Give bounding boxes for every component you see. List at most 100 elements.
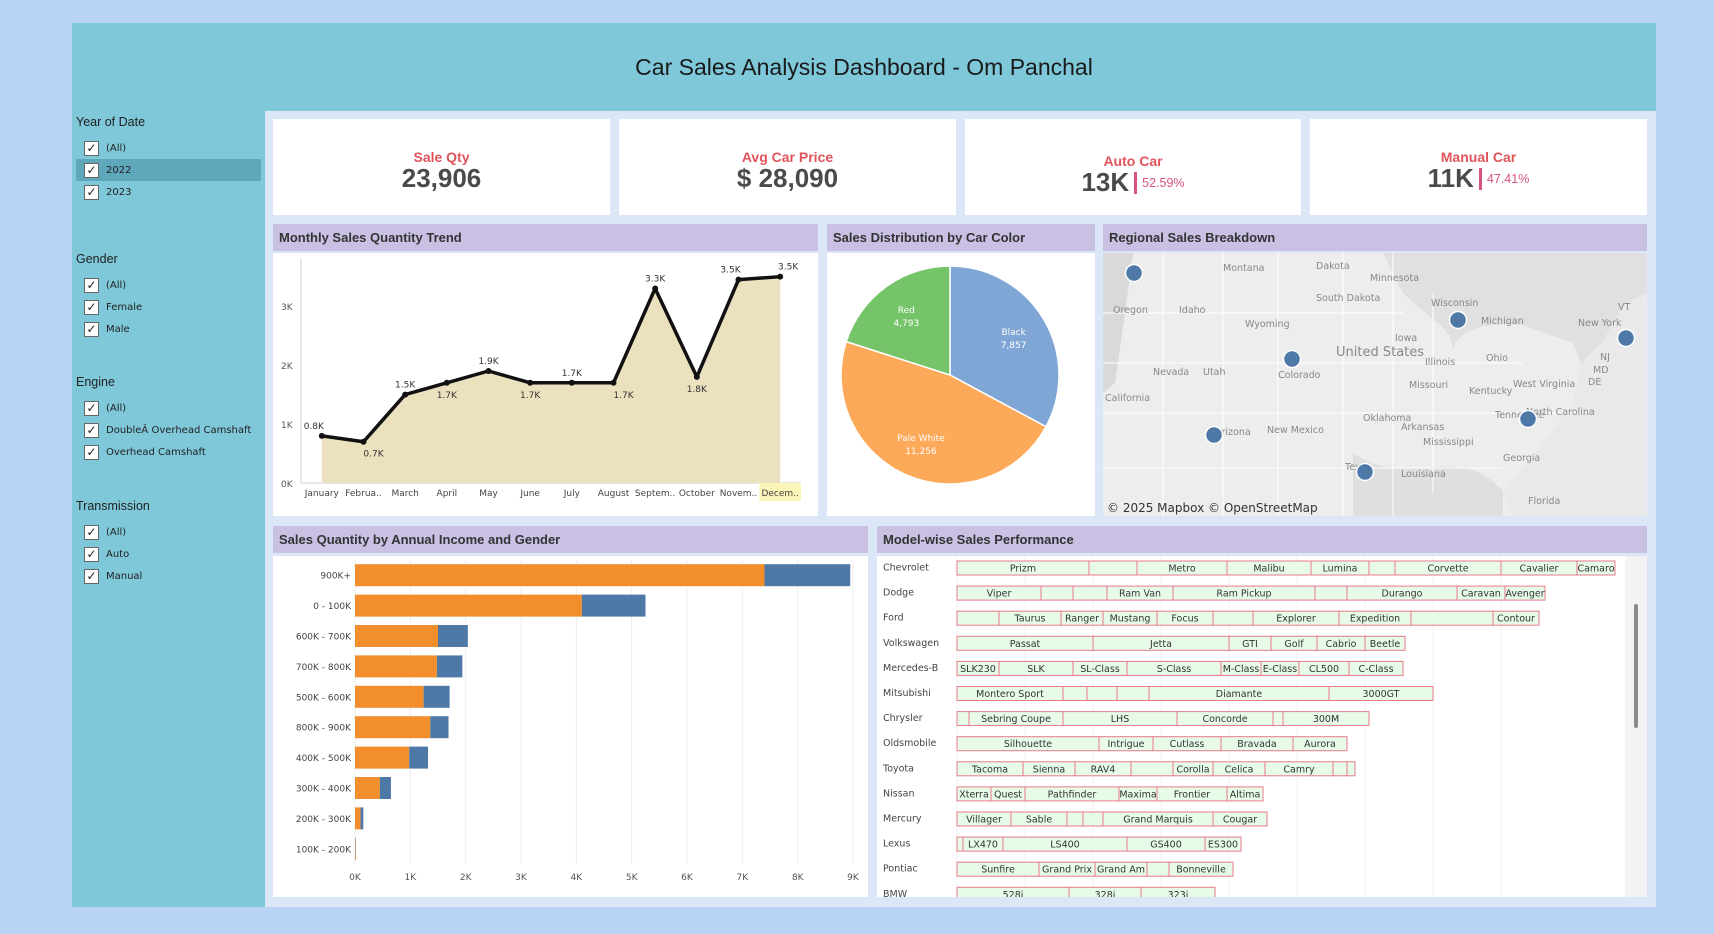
checkbox-icon[interactable]: ✓	[84, 162, 99, 178]
model-segment[interactable]	[1346, 761, 1356, 777]
bar-segment-orange[interactable]	[355, 746, 410, 769]
filter-option[interactable]: ✓ Male	[76, 318, 261, 340]
bar-segment-blue[interactable]	[409, 746, 429, 769]
filter-option[interactable]: ✓ Female	[76, 296, 261, 318]
kpi-sale-qty[interactable]: Sale Qty 23,906	[273, 119, 610, 215]
filter-option[interactable]: ✓ Auto	[76, 543, 261, 565]
filter-option[interactable]: ✓ (All)	[76, 274, 261, 296]
bar-segment-orange[interactable]	[355, 716, 431, 739]
data-point[interactable]	[360, 438, 367, 445]
map-label: Louisiana	[1401, 469, 1446, 480]
slice-value: 4,793	[893, 319, 919, 329]
bar-segment-orange[interactable]	[355, 777, 380, 799]
data-point[interactable]	[610, 379, 617, 386]
bar-segment-blue[interactable]	[436, 655, 463, 678]
bar-segment-orange[interactable]	[355, 685, 424, 708]
model-segment[interactable]	[1212, 610, 1254, 626]
bar-segment-orange[interactable]	[355, 807, 361, 830]
bar-segment-orange[interactable]	[355, 837, 356, 860]
checkbox-icon[interactable]: ✓	[84, 277, 99, 293]
bar-segment-blue[interactable]	[430, 716, 449, 739]
y-tick-label: 0 - 100K	[313, 602, 352, 612]
filter-option[interactable]: ✓ (All)	[76, 397, 261, 419]
data-point[interactable]	[318, 432, 325, 439]
data-point[interactable]	[735, 276, 742, 283]
bar-segment-blue[interactable]	[438, 625, 468, 647]
bar-segment-orange[interactable]	[355, 594, 582, 617]
data-point[interactable]	[402, 391, 409, 398]
model-segment[interactable]	[956, 836, 964, 852]
bar-segment-blue[interactable]	[379, 777, 391, 799]
kpi-avg-price[interactable]: Avg Car Price $ 28,090	[619, 119, 956, 215]
bar-segment-blue[interactable]	[423, 685, 450, 708]
checkbox-icon[interactable]: ✓	[84, 422, 99, 438]
bar-segment-blue[interactable]	[764, 564, 851, 587]
map-marker[interactable]	[1616, 328, 1636, 348]
checkbox-icon[interactable]: ✓	[84, 299, 99, 315]
checkbox-icon[interactable]: ✓	[84, 568, 99, 584]
data-point[interactable]	[485, 368, 492, 374]
bar-segment-orange[interactable]	[355, 625, 438, 647]
filter-option[interactable]: ✓ (All)	[76, 521, 261, 543]
model-segment[interactable]	[1314, 585, 1348, 601]
model-segment[interactable]	[1146, 861, 1170, 877]
data-point[interactable]	[652, 285, 659, 292]
checkbox-icon[interactable]: ✓	[84, 321, 99, 337]
checkbox-icon[interactable]: ✓	[84, 140, 99, 156]
monthly-trend-chart[interactable]: 0K 1K 2K 3K 0.8K January 0.7K Februa.. 1.5K March…	[273, 253, 818, 516]
model-segment[interactable]	[1116, 686, 1150, 701]
model-segment[interactable]	[1130, 761, 1174, 777]
x-tick-label: Novem..	[720, 489, 758, 499]
model-segment[interactable]	[1410, 610, 1494, 626]
filter-option[interactable]: ✓ 2022	[76, 159, 261, 181]
data-point[interactable]	[568, 379, 575, 386]
bar-segment-blue[interactable]	[360, 807, 364, 830]
checkbox-icon[interactable]: ✓	[84, 444, 99, 460]
bar-segment-orange[interactable]	[355, 564, 765, 587]
model-segment[interactable]	[1088, 560, 1138, 576]
model-segment[interactable]	[1062, 686, 1088, 701]
map-marker[interactable]	[1282, 349, 1302, 369]
slice-name: Red	[898, 306, 915, 316]
income-bar-chart[interactable]: 0K 1K 2K 3K 4K 5K 6K 7K 8K 9K 900K+ 0 - 100K 600K - …	[273, 556, 868, 897]
checkbox-icon[interactable]: ✓	[84, 524, 99, 540]
map-marker[interactable]	[1518, 409, 1538, 429]
data-point[interactable]	[443, 379, 450, 386]
filter-option[interactable]: ✓ Manual	[76, 565, 261, 587]
model-segment[interactable]	[1040, 585, 1074, 601]
model-segment[interactable]	[1332, 761, 1348, 777]
checkbox-icon[interactable]: ✓	[84, 546, 99, 562]
filter-option[interactable]: ✓ 2023	[76, 181, 261, 203]
checkbox-icon[interactable]: ✓	[84, 184, 99, 200]
model-segment[interactable]	[1066, 811, 1084, 827]
color-pie-chart[interactable]: Black 7,857 Pale White 11,256 Red 4,793	[827, 253, 1095, 516]
filter-option[interactable]: ✓ Overhead Camshaft	[76, 441, 261, 463]
map-marker[interactable]	[1355, 462, 1375, 482]
scrollbar-thumb[interactable]	[1634, 604, 1638, 728]
kpi-manual-car[interactable]: Manual Car 11K 47.41%	[1310, 119, 1647, 215]
title-bar: Car Sales Analysis Dashboard - Om Pancha…	[72, 23, 1656, 111]
data-point[interactable]	[693, 373, 700, 380]
map-marker[interactable]	[1124, 263, 1144, 283]
filter-option[interactable]: ✓ DoubleÂ Overhead Camshaft	[76, 419, 261, 441]
model-segment[interactable]	[1072, 585, 1108, 601]
model-table[interactable]: Chevrolet Prizm Metro Malibu Lumina Corvette C…	[877, 556, 1647, 897]
data-point[interactable]	[777, 273, 784, 280]
model-segment[interactable]	[1086, 686, 1118, 701]
model-segment[interactable]	[1272, 711, 1284, 727]
bar-segment-blue[interactable]	[581, 594, 646, 617]
model-segment[interactable]	[956, 711, 970, 727]
filter-option[interactable]: ✓ (All)	[76, 137, 261, 159]
regional-map[interactable]: Montana Dakota Minnesota Oregon Idaho South D…	[1103, 253, 1647, 516]
bar-segment-orange[interactable]	[355, 655, 437, 678]
map-marker[interactable]	[1448, 310, 1468, 330]
x-tick-label: July	[563, 489, 581, 499]
kpi-auto-car[interactable]: Auto Car 13K 52.59%	[965, 119, 1301, 215]
model-segment[interactable]	[1368, 560, 1396, 576]
model-label: Maxima	[1119, 789, 1156, 800]
data-point[interactable]	[527, 379, 534, 386]
model-segment[interactable]	[1082, 811, 1104, 827]
map-marker[interactable]	[1204, 425, 1224, 445]
model-segment[interactable]	[956, 610, 1000, 626]
checkbox-icon[interactable]: ✓	[84, 400, 99, 416]
